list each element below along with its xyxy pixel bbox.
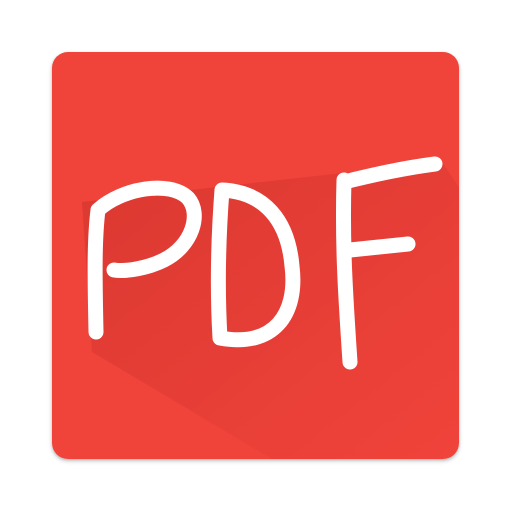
pdf-app-icon[interactable]	[52, 52, 459, 459]
letter-f-bar	[342, 236, 416, 258]
letter-f-stem	[335, 172, 358, 370]
pdf-logo-graphic	[52, 52, 459, 459]
canvas	[0, 0, 512, 512]
